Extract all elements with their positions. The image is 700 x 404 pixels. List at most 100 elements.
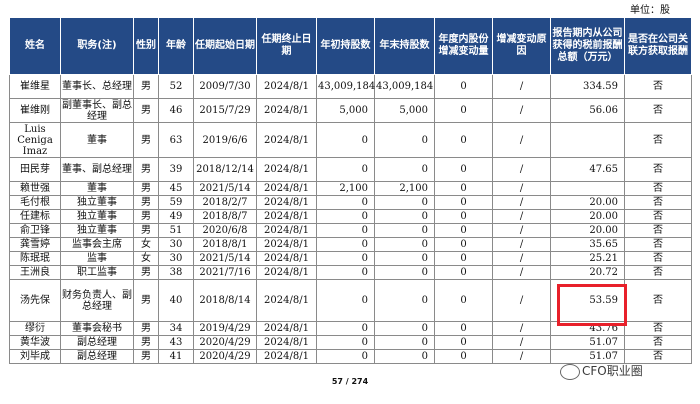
table-cell: 职工监事 — [60, 265, 134, 280]
table-cell: / — [492, 181, 551, 196]
table-cell: 5,000 — [374, 98, 435, 123]
table-cell: 20.00 — [550, 195, 625, 210]
table-cell: 63 — [158, 122, 194, 158]
column-header: 任期起始日期 — [193, 17, 257, 75]
table-cell: / — [492, 335, 551, 350]
table-cell: 男 — [133, 157, 159, 182]
table-cell: 38 — [158, 265, 194, 280]
table-cell: 王洲良 — [9, 265, 61, 280]
table-cell: / — [492, 122, 551, 158]
table-cell: 0 — [316, 195, 375, 210]
table-cell: 男 — [133, 195, 159, 210]
table-cell: 2024/8/1 — [256, 98, 317, 123]
table-cell: 0 — [434, 237, 493, 252]
table-cell: 2024/8/1 — [256, 74, 317, 99]
table-cell: 52 — [158, 74, 194, 99]
table-row: 崔维刚 副董事长、副总经理男 46 2015/7/29 2024/8/1 5,000 5,0… — [9, 98, 692, 123]
table-cell: 副总经理 — [60, 335, 134, 350]
table-cell: 0 — [434, 195, 493, 210]
watermark-text: CFO职业圈 — [582, 364, 643, 378]
table-cell: 0 — [316, 237, 375, 252]
table-cell: 副总经理 — [60, 349, 134, 364]
table-cell: 59 — [158, 195, 194, 210]
table-cell: 0 — [316, 122, 375, 158]
table-cell: 否 — [624, 265, 692, 280]
table-cell: / — [492, 265, 551, 280]
table-cell: 20.00 — [550, 223, 625, 238]
table-row: 崔维星 董事长、总经理男 52 2009/7/30 2024/8/1 43,009,184… — [9, 74, 692, 99]
table-row: 毛付根 独立董事男 59 2018/2/7 2024/8/1 0 0 0/20.00 否 — [9, 195, 692, 210]
table-cell: 0 — [374, 122, 435, 158]
table-cell: 陈珉珉 — [9, 251, 61, 266]
table-cell: 2020/4/29 — [193, 349, 257, 364]
table-cell: 崔维星 — [9, 74, 61, 99]
table-cell: 0 — [316, 349, 375, 364]
table-cell: 0 — [434, 209, 493, 224]
table-cell: 0 — [374, 209, 435, 224]
table-cell: 20.00 — [550, 209, 625, 224]
table-cell: 0 — [316, 157, 375, 182]
table-cell: 董事长、总经理 — [60, 74, 134, 99]
table-cell: 崔维刚 — [9, 98, 61, 123]
table-cell: 0 — [374, 321, 435, 336]
table-cell: 2019/4/29 — [193, 321, 257, 336]
table-cell: 2021/7/16 — [193, 265, 257, 280]
table-cell: 男 — [133, 181, 159, 196]
table-cell: 49 — [158, 209, 194, 224]
table-cell: 董事会秘书 — [60, 321, 134, 336]
table-cell: 黄华波 — [9, 335, 61, 350]
table-cell: 2024/8/1 — [256, 237, 317, 252]
table-cell: 男 — [133, 74, 159, 99]
table-cell: 2024/8/1 — [256, 195, 317, 210]
table-cell: 否 — [624, 279, 692, 322]
wechat-icon — [560, 363, 580, 380]
table-cell: 2019/6/6 — [193, 122, 257, 158]
table-cell: / — [492, 251, 551, 266]
table-cell: / — [492, 321, 551, 336]
table-cell: 汤先保 — [9, 279, 61, 322]
table-cell: 46 — [158, 98, 194, 123]
table-cell: 俞卫锋 — [9, 223, 61, 238]
table-cell: 0 — [434, 251, 493, 266]
table-cell: 0 — [374, 237, 435, 252]
table-cell: 0 — [374, 157, 435, 182]
table-cell: 否 — [624, 209, 692, 224]
table-cell: 2024/8/1 — [256, 181, 317, 196]
table-cell: 0 — [316, 335, 375, 350]
header-row: 姓名 职务(注) 性别 年龄 任期起始日期 任期终止日期 年初持股数 年末持股数 年度内股份增减… — [9, 17, 692, 75]
column-header: 任期终止日期 — [256, 17, 317, 75]
table-cell: / — [492, 349, 551, 364]
table-cell: 男 — [133, 98, 159, 123]
column-header: 报告期内从公司获得的税前报酬总额（万元） — [550, 17, 625, 75]
table-cell: 45 — [158, 181, 194, 196]
table-cell: 0 — [374, 223, 435, 238]
table-cell: 25.21 — [550, 251, 625, 266]
table-cell: / — [492, 157, 551, 182]
table-cell: 2024/8/1 — [256, 321, 317, 336]
table-cell: 56.06 — [550, 98, 625, 123]
table-cell: 2024/8/1 — [256, 335, 317, 350]
table-cell: 2021/5/14 — [193, 181, 257, 196]
table-cell: 监事会主席 — [60, 237, 134, 252]
column-header: 职务(注) — [60, 17, 134, 75]
table-cell: 0 — [434, 74, 493, 99]
highlight-box — [557, 284, 627, 326]
table-cell: 0 — [316, 251, 375, 266]
table-cell: 0 — [434, 321, 493, 336]
table-cell: 2024/8/1 — [256, 251, 317, 266]
table-cell: 39 — [158, 157, 194, 182]
table-cell: 男 — [133, 349, 159, 364]
table-cell: 独立董事 — [60, 195, 134, 210]
table-cell: 0 — [434, 122, 493, 158]
table-row: 田民芽 董事、副总经理男 39 2018/12/14 2024/8/1 0 0 0/47.65… — [9, 157, 692, 182]
table-cell: 2020/6/8 — [193, 223, 257, 238]
table-cell: 刘毕成 — [9, 349, 61, 364]
table-cell: 0 — [316, 265, 375, 280]
table-row: 俞卫锋 独立董事男 51 2020/6/8 2024/8/1 0 0 0/20.00 否 — [9, 223, 692, 238]
table-cell: 董事 — [60, 122, 134, 158]
table-cell: 0 — [434, 349, 493, 364]
table-cell: / — [492, 237, 551, 252]
table-cell: 2024/8/1 — [256, 279, 317, 322]
table-cell: / — [492, 74, 551, 99]
table-cell: 缪衍 — [9, 321, 61, 336]
